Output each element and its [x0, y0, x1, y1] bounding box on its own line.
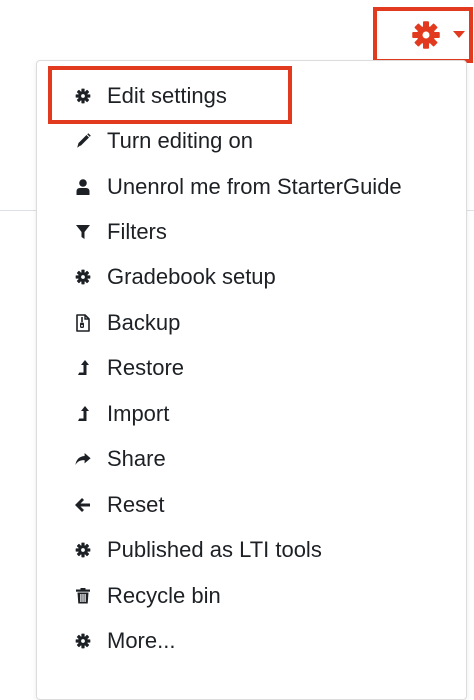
menu-item-published-lti[interactable]: Published as LTI tools	[37, 530, 466, 570]
menu-item-label: More...	[107, 628, 176, 653]
page-divider	[0, 210, 40, 211]
menu-item-restore[interactable]: Restore	[37, 348, 466, 388]
menu-item-label: Import	[107, 401, 170, 426]
menu-item-share[interactable]: Share	[37, 439, 466, 479]
backup-file-icon	[75, 314, 91, 332]
menu-item-import[interactable]: Import	[37, 394, 466, 434]
user-icon	[75, 179, 91, 195]
pencil-icon	[75, 133, 91, 149]
menu-item-backup[interactable]: Backup	[37, 303, 466, 343]
share-arrow-icon	[75, 451, 91, 467]
menu-item-gradebook-setup[interactable]: Gradebook setup	[37, 257, 466, 297]
menu-item-label: Published as LTI tools	[107, 537, 322, 562]
menu-item-more[interactable]: More...	[37, 621, 466, 661]
level-up-icon	[75, 360, 91, 376]
menu-item-label: Recycle bin	[107, 583, 221, 608]
menu-item-filters[interactable]: Filters	[37, 212, 466, 252]
menu-item-turn-editing-on[interactable]: Turn editing on	[37, 121, 466, 161]
menu-item-unenrol[interactable]: Unenrol me from StarterGuide	[37, 167, 466, 207]
arrow-left-icon	[75, 497, 91, 513]
menu-item-edit-settings[interactable]: Edit settings	[37, 76, 466, 116]
gear-icon	[75, 269, 91, 285]
caret-down-icon	[453, 31, 465, 39]
trash-icon	[75, 588, 91, 604]
menu-item-label: Backup	[107, 310, 181, 335]
filter-icon	[75, 224, 91, 240]
menu-item-label: Reset	[107, 492, 165, 517]
page-divider	[466, 210, 474, 211]
gear-icon	[75, 542, 91, 558]
menu-item-label: Unenrol me from StarterGuide	[107, 174, 402, 199]
menu-item-label: Share	[107, 446, 166, 471]
gear-icon	[411, 20, 441, 50]
gear-icon	[75, 88, 91, 104]
menu-item-label: Gradebook setup	[107, 264, 276, 289]
menu-item-label: Filters	[107, 219, 167, 244]
level-up-icon	[75, 406, 91, 422]
course-settings-menu: Edit settings Turn editing on Unenrol me…	[36, 60, 467, 700]
gear-icon	[75, 633, 91, 649]
menu-item-label: Restore	[107, 355, 185, 380]
course-settings-toggle[interactable]	[373, 7, 473, 63]
menu-item-label: Edit settings	[107, 83, 227, 108]
menu-item-reset[interactable]: Reset	[37, 485, 466, 525]
menu-item-recycle-bin[interactable]: Recycle bin	[37, 576, 466, 616]
menu-item-label: Turn editing on	[107, 128, 253, 153]
